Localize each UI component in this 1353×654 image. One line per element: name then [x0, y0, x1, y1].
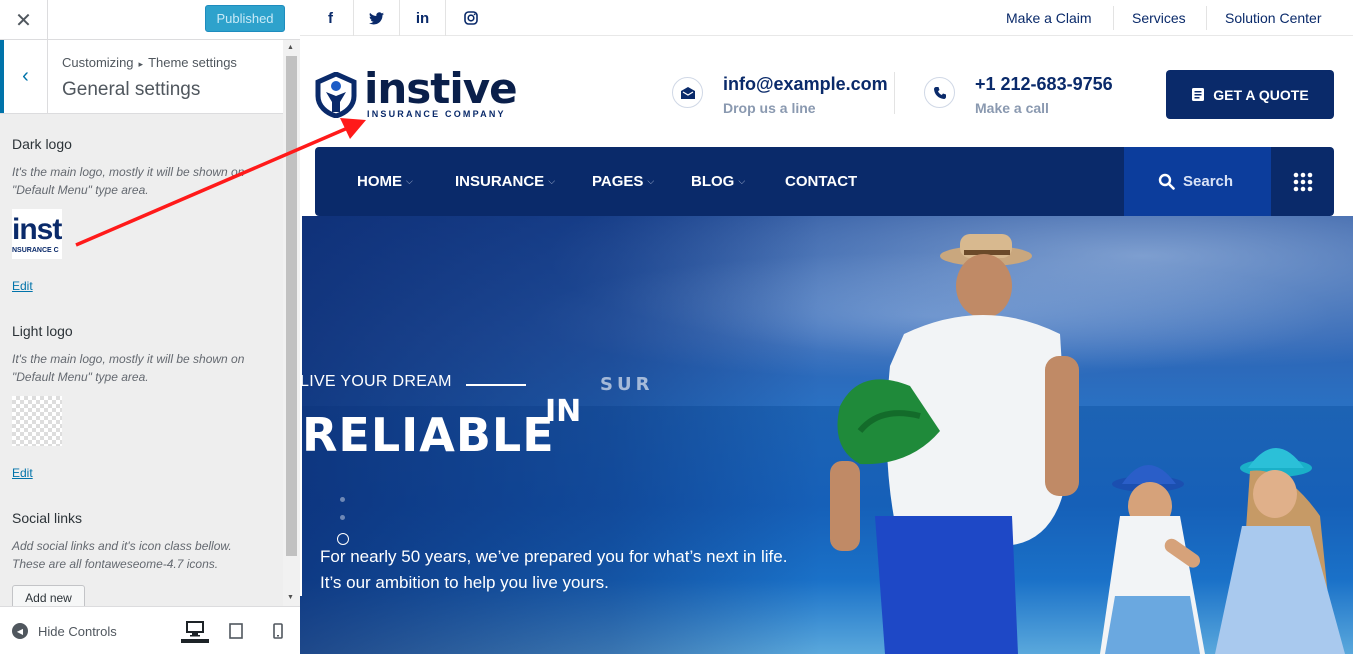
breadcrumb-parent: Customizing [62, 55, 134, 70]
get-a-quote-button[interactable]: GET A QUOTE [1166, 70, 1334, 119]
contact-email[interactable]: info@example.com [723, 74, 888, 95]
nav-item-label: CONTACT [785, 173, 858, 190]
nav-item-contact[interactable]: CONTACT [785, 173, 857, 190]
light-logo-edit-link[interactable]: Edit [12, 466, 33, 480]
site-topbar: f in Make a Claim Services Solution Cent… [300, 0, 1353, 36]
contact-divider [894, 72, 895, 114]
slider-dot[interactable] [340, 515, 345, 520]
customizer-topbar: ✕ Published [0, 0, 300, 40]
top-link-divider [1113, 6, 1114, 30]
logo-tagline: INSURANCE COMPANY [367, 109, 506, 119]
social-links-title: Social links [12, 510, 83, 526]
top-link-divider [1206, 6, 1207, 30]
envelope-icon [672, 77, 703, 108]
light-logo-title: Light logo [12, 323, 73, 339]
nav-item-home[interactable]: HOME ⌵ [357, 173, 413, 190]
grid-menu-icon[interactable] [1271, 147, 1334, 216]
hero-title: RELIABLE [302, 408, 555, 462]
facebook-icon[interactable]: f [308, 0, 354, 36]
breadcrumb-separator-icon: ▸ [138, 59, 144, 69]
tablet-preview-icon[interactable] [222, 619, 250, 643]
phone-icon [924, 77, 955, 108]
chevron-down-icon: ⌵ [738, 176, 746, 186]
nav-item-label: INSURANCE [455, 173, 545, 190]
slider-dot[interactable] [340, 497, 345, 502]
search-icon [1158, 173, 1175, 190]
twitter-icon[interactable] [354, 0, 400, 36]
hero-description-line-1: For nearly 50 years, we’ve prepared you … [320, 547, 788, 566]
nav-item-label: PAGES [592, 173, 644, 190]
main-navbar: HOME ⌵ INSURANCE ⌵ PAGES ⌵ BLOG ⌵ CONTACT Se… [315, 147, 1334, 216]
contact-phone[interactable]: +1 212-683-9756 [975, 74, 1113, 95]
linkedin-icon[interactable]: in [400, 0, 446, 36]
panel-header: ‹ Customizing ▸ Theme settings General set… [0, 40, 283, 114]
top-link-solution-center[interactable]: Solution Center [1225, 10, 1322, 26]
chevron-down-icon: ⌵ [406, 176, 413, 186]
hero-title-animated: IN [545, 394, 582, 429]
contact-email-subtitle: Drop us a line [723, 100, 816, 116]
dark-logo-thumbnail[interactable]: insti NSURANCE C [12, 209, 62, 259]
light-logo-description: It's the main logo, mostly it will be sh… [12, 352, 245, 384]
scroll-up-icon[interactable]: ▲ [287, 44, 294, 51]
back-arrow-icon[interactable]: ‹ [0, 40, 48, 113]
top-link-services[interactable]: Services [1132, 10, 1186, 26]
add-new-button[interactable]: Add new [12, 585, 85, 606]
mobile-preview-icon[interactable] [264, 619, 292, 643]
breadcrumb: Customizing ▸ Theme settings [62, 55, 237, 70]
contact-phone-subtitle: Make a call [975, 100, 1049, 116]
panel-body: Dark logo It's the main logo, mostly it … [0, 114, 283, 606]
logo-wordmark[interactable]: instive [364, 64, 518, 113]
chevron-down-icon: ⌵ [548, 176, 556, 186]
chevron-down-icon: ⌵ [647, 176, 655, 186]
hero-title-animated-tail: SUR [600, 374, 654, 395]
customizer-footer: ◀ Hide Controls [0, 606, 300, 654]
hero-description-line-2: It’s our ambition to help you live yours… [320, 573, 609, 592]
hero-kicker-line [466, 384, 526, 386]
nav-item-blog[interactable]: BLOG ⌵ [691, 173, 745, 190]
dark-logo-thumb-tagline: NSURANCE C [12, 247, 59, 254]
document-icon [1192, 88, 1205, 101]
nav-item-label: HOME [357, 173, 402, 190]
collapse-icon: ◀ [12, 623, 28, 639]
hero-left-edge [300, 216, 302, 596]
scrollbar-thumb[interactable] [286, 56, 297, 556]
desktop-preview-icon[interactable] [181, 619, 209, 643]
hero-kicker: LIVE YOUR DREAM [300, 373, 452, 390]
instagram-icon[interactable] [448, 0, 494, 36]
site-preview: f in Make a Claim Services Solution Cent… [300, 0, 1353, 654]
nav-search-button[interactable]: Search [1124, 147, 1271, 216]
social-links-description: Add social links and it's icon class bel… [12, 539, 232, 571]
hero-slider: LIVE YOUR DREAM RELIABLE IN SUR For near… [300, 216, 1353, 654]
close-icon[interactable]: ✕ [0, 0, 48, 40]
breadcrumb-child: Theme settings [148, 55, 237, 70]
nav-item-label: BLOG [691, 173, 735, 190]
slider-dot-active[interactable] [337, 533, 349, 545]
customizer-sidebar: ✕ Published ‹ Customizing ▸ Theme settings… [0, 0, 300, 654]
hide-controls-label: Hide Controls [38, 623, 117, 639]
get-a-quote-label: GET A QUOTE [1213, 86, 1309, 103]
dark-logo-description: It's the main logo, mostly it will be sh… [12, 165, 245, 197]
panel-title: General settings [62, 79, 201, 100]
nav-item-pages[interactable]: PAGES ⌵ [592, 173, 654, 190]
dark-logo-edit-link[interactable]: Edit [12, 279, 33, 293]
light-logo-thumbnail[interactable] [12, 396, 62, 446]
top-link-make-a-claim[interactable]: Make a Claim [1006, 10, 1092, 26]
dark-logo-title: Dark logo [12, 136, 72, 152]
dark-logo-thumb-text: insti [12, 213, 62, 246]
nav-search-label: Search [1183, 173, 1234, 190]
nav-item-insurance[interactable]: INSURANCE ⌵ [455, 173, 555, 190]
publish-button[interactable]: Published [205, 5, 285, 32]
scroll-down-icon[interactable]: ▼ [287, 594, 294, 601]
panel-scrollbar[interactable]: ▲ ▼ [283, 40, 300, 606]
logo-emblem-icon[interactable] [314, 71, 358, 123]
hide-controls-button[interactable]: ◀ Hide Controls [12, 623, 117, 639]
